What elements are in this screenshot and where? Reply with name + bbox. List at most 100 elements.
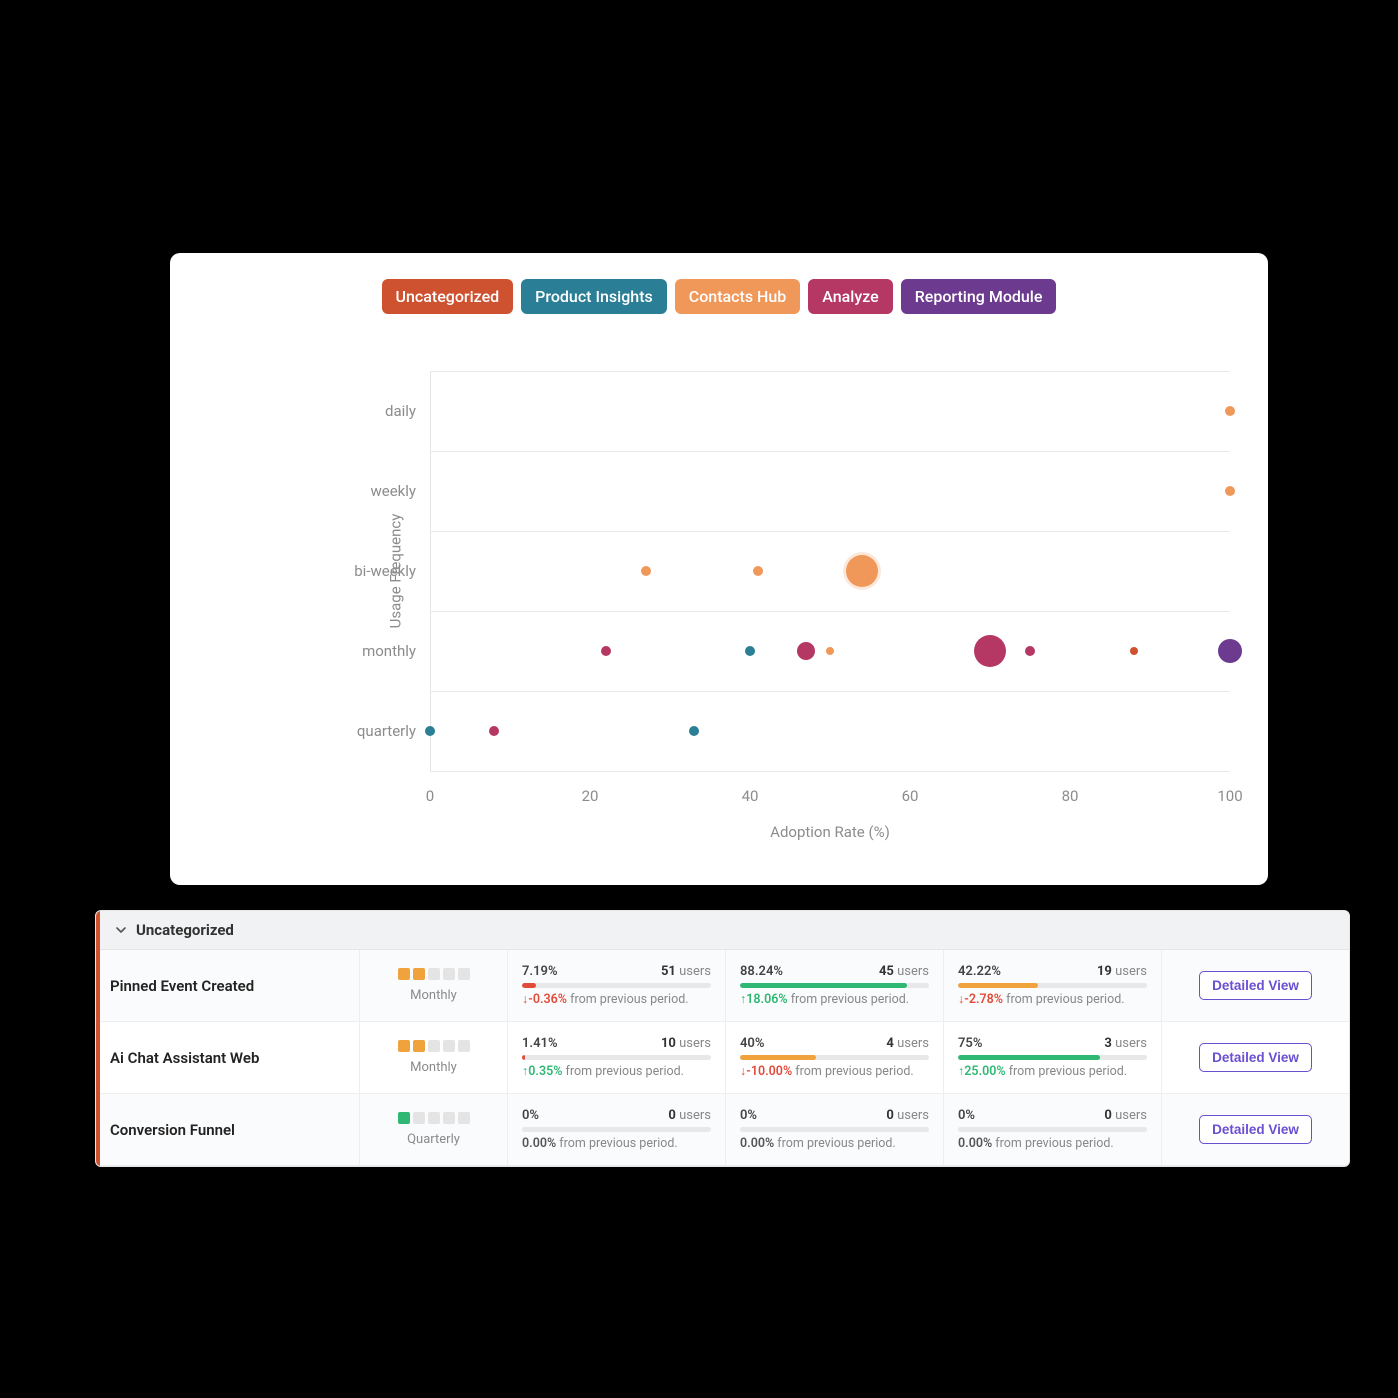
data-point[interactable] [846,555,878,587]
frequency-blocks [398,1112,470,1124]
section-header[interactable]: Uncategorized [96,911,1349,950]
table-card: Uncategorized Pinned Event CreatedMonthl… [95,910,1350,1167]
frequency-cell: Monthly [360,950,508,1021]
y-tick: quarterly [357,722,416,740]
metric-users: 4 users [886,1036,929,1051]
legend-analyze[interactable]: Analyze [808,279,892,314]
grid-row [430,611,1230,612]
frequency-label: Monthly [410,1060,457,1075]
y-tick: weekly [370,482,416,500]
metric-cell: 0%0 users0.00% from previous period. [944,1094,1162,1165]
metric-pct: 0% [522,1108,539,1123]
legend-contacts-hub[interactable]: Contacts Hub [675,279,801,314]
progress-bar [740,983,929,988]
detailed-view-button[interactable]: Detailed View [1199,1043,1312,1072]
data-point[interactable] [797,642,815,660]
progress-bar [522,1055,711,1060]
delta-text: ↓-10.00% from previous period. [740,1064,929,1079]
metric-users: 51 users [661,964,711,979]
detailed-view-button[interactable]: Detailed View [1199,971,1312,1000]
x-axis-label: Adoption Rate (%) [430,823,1230,841]
progress-bar [522,983,711,988]
progress-bar [522,1127,711,1132]
freq-block [443,968,455,980]
data-point[interactable] [641,566,651,576]
data-point[interactable] [601,646,611,656]
freq-block [398,1112,410,1124]
delta-text: ↑0.35% from previous period. [522,1064,711,1079]
detail-cell: Detailed View [1162,950,1349,1021]
data-point[interactable] [1025,646,1035,656]
x-tick: 100 [1217,787,1242,805]
frequency-label: Monthly [410,988,457,1003]
section-title: Uncategorized [136,921,234,939]
detailed-view-button[interactable]: Detailed View [1199,1115,1312,1144]
grid-row [430,451,1230,452]
table-row: Pinned Event CreatedMonthly7.19%51 users… [96,950,1349,1022]
plot-inner: dailyweeklybi-weeklymonthlyquarterly [430,371,1230,771]
metric-users: 0 users [1104,1108,1147,1123]
metric-cell: 40% 4 users ↓-10.00% from previous period. [726,1022,944,1093]
legend-reporting-module[interactable]: Reporting Module [901,279,1057,314]
metric-cell: 88.24% 45 users ↑18.06% from previous peri… [726,950,944,1021]
data-point[interactable] [745,646,755,656]
metric-pct: 40% [740,1036,764,1051]
grid-row [430,371,1230,372]
freq-block [428,1112,440,1124]
metric-users: 45 users [879,964,929,979]
y-tick: monthly [362,642,416,660]
data-point[interactable] [1130,647,1138,655]
freq-block [413,1040,425,1052]
frequency-blocks [398,1040,470,1052]
table-row: Conversion FunnelQuarterly0%0 users0.00%… [96,1094,1349,1166]
x-tick: 60 [902,787,919,805]
metric-pct: 75% [958,1036,982,1051]
x-tick: 80 [1062,787,1079,805]
data-point[interactable] [425,726,435,736]
metric-cell: 0%0 users0.00% from previous period. [508,1094,726,1165]
data-point[interactable] [1218,639,1242,663]
feature-name: Conversion Funnel [96,1094,360,1165]
metric-users: 0 users [886,1108,929,1123]
freq-block [413,1112,425,1124]
grid-row [430,771,1230,772]
chart-card: Uncategorized Product Insights Contacts … [170,253,1268,885]
y-axis-label: Usage Frequency [386,514,404,629]
legend-product-insights[interactable]: Product Insights [521,279,667,314]
progress-bar [958,1127,1147,1132]
metric-pct: 88.24% [740,964,783,979]
metric-users: 10 users [661,1036,711,1051]
freq-block [398,1040,410,1052]
metric-pct: 0% [740,1108,757,1123]
data-point[interactable] [826,647,834,655]
chevron-down-icon [114,923,128,937]
legend-uncategorized[interactable]: Uncategorized [382,279,514,314]
freq-block [458,1112,470,1124]
progress-bar [958,1055,1147,1060]
data-point[interactable] [1225,406,1235,416]
metric-pct: 1.41% [522,1036,558,1051]
frequency-blocks [398,968,470,980]
scatter-plot: dailyweeklybi-weeklymonthlyquarterly Ado… [430,371,1230,849]
data-point[interactable] [489,726,499,736]
data-point[interactable] [1225,486,1235,496]
progress-bar [740,1127,929,1132]
data-point[interactable] [753,566,763,576]
metric-cell: 1.41% 10 users ↑0.35% from previous period… [508,1022,726,1093]
delta-text: ↓-0.36% from previous period. [522,992,711,1007]
data-point[interactable] [974,635,1006,667]
data-point[interactable] [689,726,699,736]
frequency-cell: Monthly [360,1022,508,1093]
metric-pct: 0% [958,1108,975,1123]
detail-cell: Detailed View [1162,1022,1349,1093]
freq-block [428,1040,440,1052]
delta-text: ↑18.06% from previous period. [740,992,929,1007]
delta-text: 0.00% from previous period. [740,1136,929,1151]
y-axis-line [430,371,431,771]
chart-legend: Uncategorized Product Insights Contacts … [170,279,1268,314]
delta-text: ↑25.00% from previous period. [958,1064,1147,1079]
table-row: Ai Chat Assistant WebMonthly1.41%10 user… [96,1022,1349,1094]
grid-row [430,531,1230,532]
x-tick: 0 [426,787,434,805]
freq-block [458,968,470,980]
